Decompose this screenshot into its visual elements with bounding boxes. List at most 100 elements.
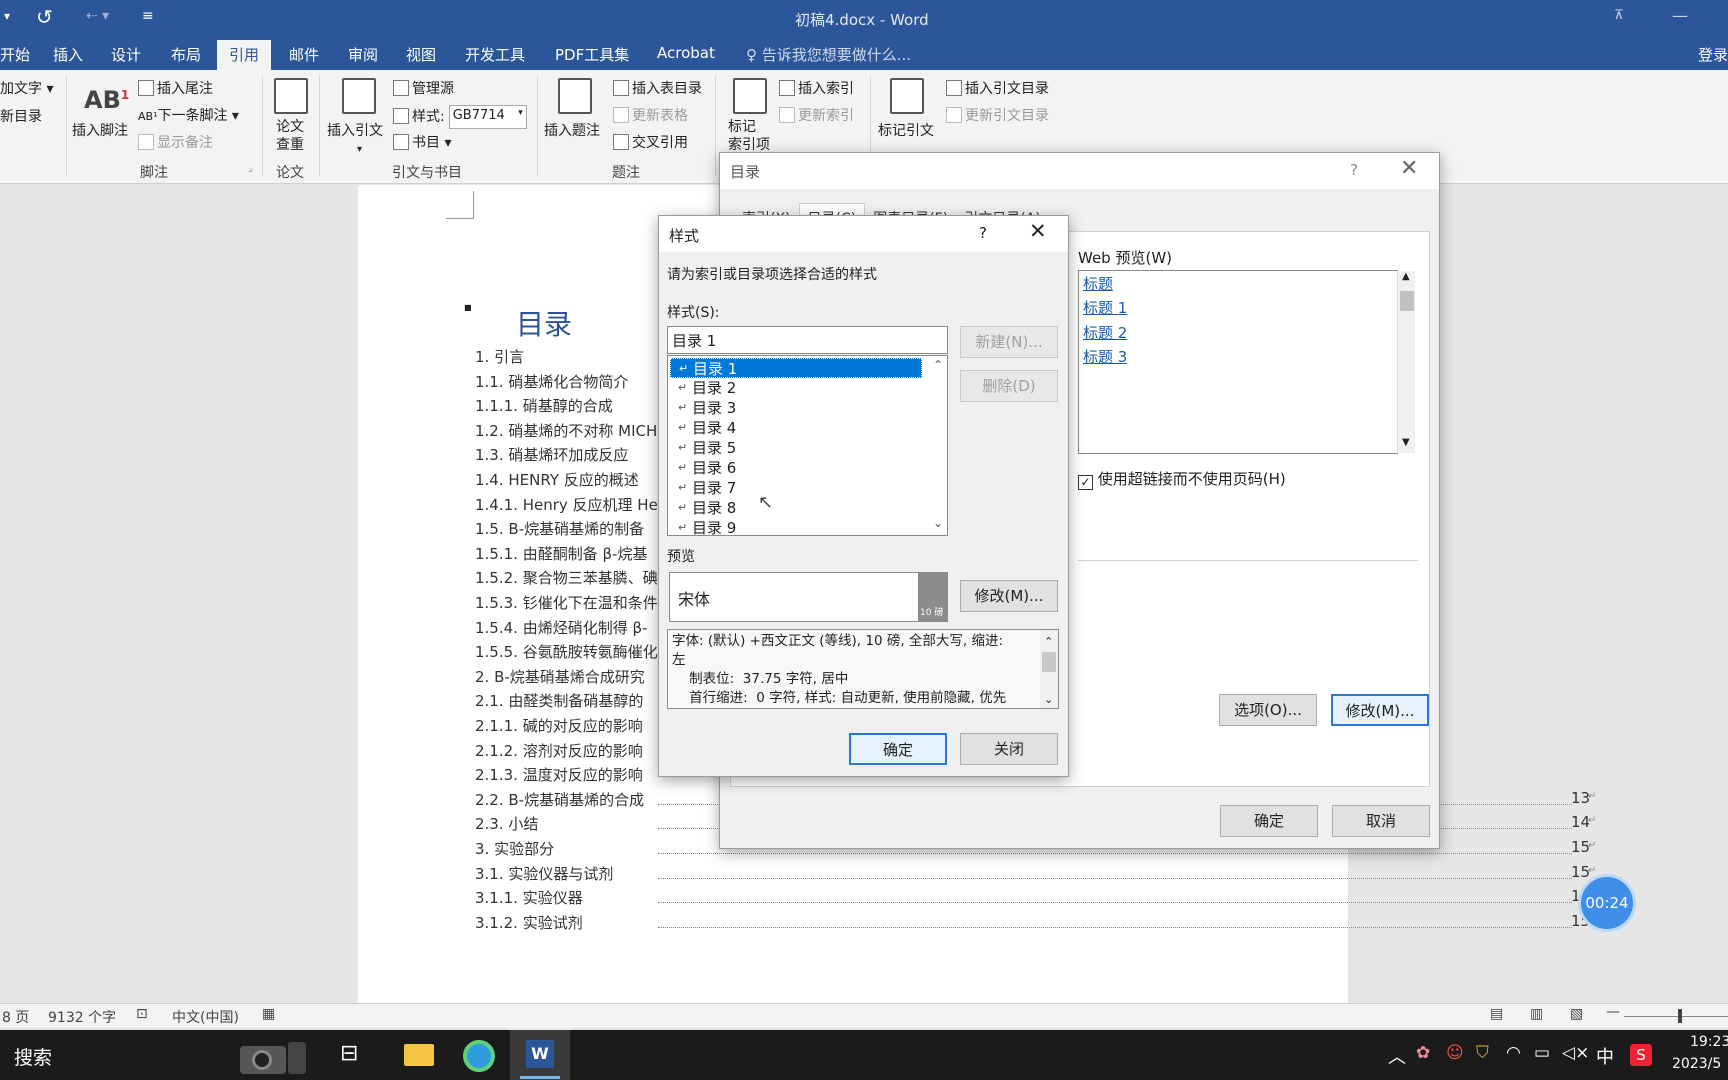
toc-entry[interactable]: 1.2. 硝基烯的不对称 MICH (475, 420, 657, 441)
insert-index-button[interactable]: 插入索引 (779, 78, 854, 98)
toc-entry[interactable]: 3.1. 实验仪器与试剂 (475, 863, 613, 884)
add-text-button[interactable]: 加文字 ▾ (0, 78, 53, 98)
toc-entry[interactable]: 1.4.1. Henry 反应机理 Her (475, 494, 664, 515)
proofing-icon[interactable]: ⊡ (136, 1006, 148, 1022)
toc-entry[interactable]: 1.5.5. 谷氨酰胺转氨酶催化 (475, 641, 658, 662)
toc-entry[interactable]: 2.2. Β-烷基硝基烯的合成 (475, 789, 644, 810)
sogou-icon[interactable]: S (1630, 1044, 1652, 1066)
tell-me-search[interactable]: ♀ 告诉我您想要做什么... (746, 44, 911, 65)
tab-home[interactable]: 开始 (0, 44, 30, 65)
scroll-down-icon[interactable]: ⌄ (933, 516, 943, 530)
cross-reference-button[interactable]: 交叉引用 (613, 132, 688, 152)
toc-entry[interactable]: 1.1. 硝基烯化合物简介 (475, 371, 628, 392)
clock-time[interactable]: 19:23 (1690, 1034, 1728, 1050)
help-button[interactable]: ? (979, 224, 987, 242)
next-footnote-button[interactable]: AB¹下一条脚注 ▾ (138, 105, 239, 125)
chevron-up-icon[interactable]: ︿ (1388, 1043, 1406, 1069)
toc-entry[interactable]: 2.3. 小结 (475, 813, 538, 834)
word-taskbar-button[interactable]: W (510, 1030, 570, 1080)
insert-table-of-figures-button[interactable]: 插入表目录 (613, 78, 702, 98)
web-preview-scrollbar[interactable]: ▲ ▼ (1397, 271, 1415, 453)
language-indicator[interactable]: 中文(中国) (172, 1007, 239, 1027)
mark-entry-button[interactable]: 标记 索引项 (728, 118, 770, 154)
style-list-item[interactable]: ↵ 目录 6 (670, 458, 922, 478)
tray-app-icon[interactable]: ☺ (1446, 1043, 1464, 1063)
tab-insert[interactable]: 插入 (53, 44, 83, 65)
paper-check-button[interactable]: 论文 查重 (276, 118, 304, 154)
tab-acrobat[interactable]: Acrobat (657, 44, 715, 62)
bibliography-button[interactable]: 书目 ▾ (393, 132, 451, 152)
tray-flower-icon[interactable]: ✿ (1416, 1043, 1430, 1063)
tab-mailings[interactable]: 邮件 (289, 44, 319, 65)
customize-qat-icon[interactable]: ≡ (142, 8, 154, 24)
scroll-down-icon[interactable]: ▼ (1402, 437, 1410, 448)
update-index-button[interactable]: 更新索引 (779, 105, 854, 125)
new-style-button[interactable]: 新建(N)... (960, 326, 1058, 358)
file-explorer-icon[interactable] (404, 1044, 434, 1066)
insert-endnote-button[interactable]: 插入尾注 (138, 78, 213, 98)
options-button[interactable]: 选项(O)... (1219, 694, 1317, 726)
insert-citation-button[interactable]: 插入引文 ▾ (327, 120, 383, 156)
tab-design[interactable]: 设计 (111, 44, 141, 65)
tab-review[interactable]: 审阅 (348, 44, 378, 65)
toc-entry[interactable]: 1.5.4. 由烯烃硝化制得 β- (475, 617, 647, 638)
zoom-slider[interactable] (1624, 1016, 1728, 1017)
toc-entry[interactable]: 1.5.3. 钐催化下在温和条件 (475, 592, 658, 613)
help-button[interactable]: ? (1350, 161, 1358, 179)
macro-icon[interactable]: ▦ (262, 1006, 275, 1022)
web-preview-item[interactable]: 标题 2 (1083, 322, 1127, 343)
dialog-launcher-icon[interactable]: ⌟ (248, 164, 252, 174)
minimize-icon[interactable]: — (1672, 6, 1688, 25)
use-hyperlinks-checkbox[interactable]: ✓ 使用超链接而不使用页码(H) (1078, 468, 1286, 490)
style-list-item[interactable]: ↵ 目录 1 (670, 358, 922, 378)
web-preview-item[interactable]: 标题 3 (1083, 346, 1127, 367)
update-toa-button[interactable]: 更新引文目录 (946, 105, 1049, 125)
style-list[interactable]: ↵ 目录 1 ↵ 目录 2 ↵ 目录 3 ↵ 目录 4 ↵ 目录 5 ↵ 目录 6 ↵ 目录 7 ↵ 目录 8… (667, 355, 948, 538)
toc-entry[interactable]: 1.5.2. 聚合物三苯基膦、碘 (475, 567, 658, 588)
insert-toa-button[interactable]: 插入引文目录 (946, 78, 1049, 98)
style-list-item[interactable]: ↵ 目录 5 (670, 438, 922, 458)
toc-entry[interactable]: 1.1.1. 硝基醇的合成 (475, 395, 613, 416)
undo-icon[interactable]: ⇠ ▾ (86, 8, 109, 24)
insert-caption-button[interactable]: 插入题注 (544, 120, 600, 140)
toc-entry[interactable]: 3. 实验部分 (475, 838, 554, 859)
scroll-down-icon[interactable]: ⌄ (1044, 690, 1053, 708)
tab-pdf-tools[interactable]: PDF工具集 (555, 44, 629, 65)
word-count[interactable]: 9132 个字 (48, 1007, 116, 1027)
delete-style-button[interactable]: 删除(D) (960, 370, 1058, 402)
redo-icon[interactable]: ↺ (36, 5, 53, 29)
description-scrollbar[interactable]: ⌃ ⌄ (1040, 630, 1058, 708)
close-icon[interactable]: ✕ (1029, 219, 1047, 243)
manage-sources-button[interactable]: 管理源 (393, 78, 454, 98)
ribbon-display-icon[interactable]: ⊼ (1614, 8, 1624, 23)
scroll-thumb[interactable] (1400, 291, 1414, 311)
close-icon[interactable]: ✕ (1400, 156, 1418, 181)
web-preview-item[interactable]: 标题 1 (1083, 297, 1127, 318)
wifi-icon[interactable]: ◠ (1506, 1043, 1521, 1063)
update-table-button[interactable]: 更新表格 (613, 105, 688, 125)
close-button[interactable]: 关闭 (960, 733, 1058, 765)
page-count[interactable]: 8 页 (2, 1007, 29, 1027)
camera-icon[interactable] (240, 1034, 310, 1076)
ime-indicator[interactable]: 中 (1596, 1043, 1614, 1069)
modify-style-button[interactable]: 修改(M)... (960, 580, 1058, 612)
web-preview-item[interactable]: 标题 (1083, 273, 1113, 294)
web-layout-icon[interactable]: ▧ (1570, 1006, 1583, 1022)
edge-icon[interactable] (463, 1040, 495, 1072)
toc-entry[interactable]: 1.5. Β-烷基硝基烯的制备 (475, 518, 644, 539)
shield-icon[interactable]: ⛉ (1476, 1043, 1489, 1063)
style-list-item[interactable]: ↵ 目录 3 (670, 398, 922, 418)
search-box[interactable]: 搜索 (14, 1043, 52, 1070)
style-list-item[interactable]: ↵ 目录 9 (670, 518, 922, 538)
scroll-up-icon[interactable]: ▲ (1402, 271, 1410, 282)
tab-view[interactable]: 视图 (406, 44, 436, 65)
tab-layout[interactable]: 布局 (171, 44, 201, 65)
toc-entry[interactable]: 2.1. 由醛类制备硝基醇的 (475, 690, 643, 711)
style-list-item[interactable]: ↵ 目录 2 (670, 378, 922, 398)
zoom-out-icon[interactable]: — (1606, 1004, 1620, 1020)
toc-entry[interactable]: 2.1.2. 溶剂对反应的影响 (475, 740, 643, 761)
toc-entry[interactable]: 3.1.1. 实验仪器 (475, 887, 583, 908)
read-mode-icon[interactable]: ▤ (1490, 1006, 1503, 1022)
style-list-item[interactable]: ↵ 目录 7 (670, 478, 922, 498)
style-name-input[interactable]: 目录 1 (667, 326, 948, 354)
